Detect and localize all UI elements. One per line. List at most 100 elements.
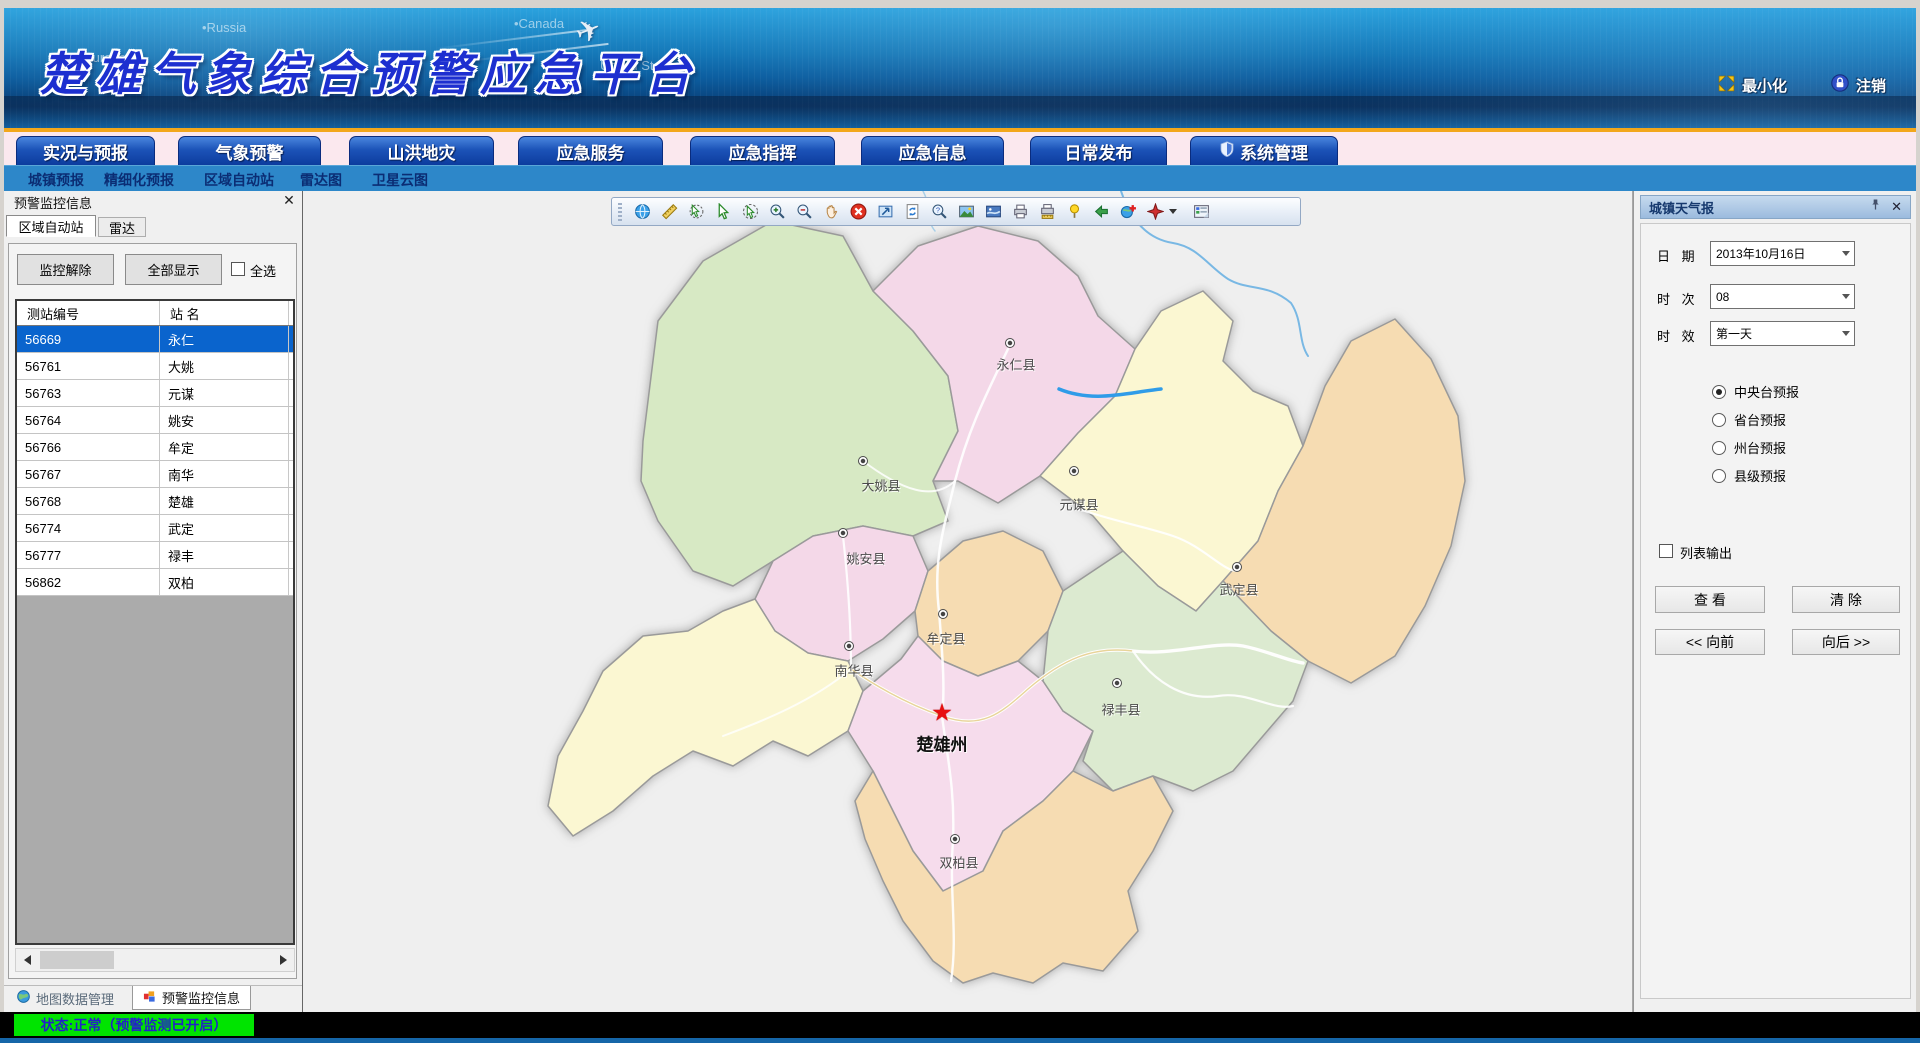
close-icon[interactable]: ✕ xyxy=(280,192,298,209)
radio-icon xyxy=(1712,441,1726,455)
select-all-label: 全选 xyxy=(250,261,276,280)
image-icon[interactable] xyxy=(957,203,975,221)
identify-icon[interactable]: ? xyxy=(930,203,948,221)
tab-system-admin[interactable]: 系统管理 xyxy=(1190,136,1338,165)
worldmap-label: •Russia xyxy=(202,20,246,35)
minimize-icon xyxy=(1718,75,1735,96)
map-export-icon[interactable] xyxy=(984,203,1002,221)
scroll-right-icon[interactable] xyxy=(274,951,292,969)
subnav-auto-station[interactable]: 区域自动站 xyxy=(204,170,274,190)
shield-icon xyxy=(1220,141,1234,162)
list-output-checkbox[interactable] xyxy=(1659,544,1673,558)
subnav-town-forecast[interactable]: 城镇预报 xyxy=(28,170,84,190)
select-arrow-icon[interactable] xyxy=(714,203,732,221)
view-button[interactable]: 查 看 xyxy=(1655,586,1765,613)
pin-bulb-icon[interactable] xyxy=(1065,203,1083,221)
table-row[interactable]: 56669永仁24小时 xyxy=(17,326,295,353)
print-icon[interactable] xyxy=(1011,203,1029,221)
monitor-content-box: 监控解除 全部显示 全选 测站编号 站 名 报警 56669永仁24小时5676… xyxy=(8,243,297,979)
radio-central-forecast[interactable]: 中央台预报 xyxy=(1712,382,1799,401)
table-row[interactable]: 56767南华24小时 xyxy=(17,461,295,488)
panel-title: 预警监控信息 xyxy=(14,193,92,212)
pan-hand-icon[interactable] xyxy=(822,203,840,221)
select-all-checkbox[interactable] xyxy=(231,262,245,276)
globe-icon[interactable] xyxy=(633,203,651,221)
prev-button[interactable]: << 向前 xyxy=(1655,629,1765,655)
full-extent-icon[interactable] xyxy=(876,203,894,221)
dropdown-caret-icon[interactable] xyxy=(1169,209,1177,214)
close-icon[interactable]: ✕ xyxy=(1891,199,1902,215)
tab-map-data-management[interactable]: 地图数据管理 xyxy=(7,986,124,1010)
tab-flood-disaster[interactable]: 山洪地灾 xyxy=(349,136,494,165)
warning-monitor-panel: 预警监控信息 ✕ 区域自动站 雷达 监控解除 全部显示 全选 测站编号 站 名 … xyxy=(4,191,302,1012)
list-output-label: 列表输出 xyxy=(1680,543,1732,562)
tab-radar[interactable]: 雷达 xyxy=(98,217,146,237)
next-button[interactable]: 向后 >> xyxy=(1792,629,1900,655)
table-row[interactable]: 56777禄丰24小时 xyxy=(17,542,295,569)
scroll-left-icon[interactable] xyxy=(18,951,36,969)
validity-select[interactable]: 第一天 xyxy=(1710,321,1855,346)
stop-icon[interactable] xyxy=(849,203,867,221)
legend-icon[interactable] xyxy=(1192,203,1210,221)
station-table[interactable]: 测站编号 站 名 报警 56669永仁24小时56761大姚24小时56763元… xyxy=(15,299,295,945)
logout-button[interactable]: 注销 xyxy=(1831,74,1886,96)
lock-icon xyxy=(1831,74,1849,96)
tab-emergency-info[interactable]: 应急信息 xyxy=(861,136,1004,165)
tab-warning-monitor-info[interactable]: 预警监控信息 xyxy=(132,986,251,1010)
toolbar-grip[interactable] xyxy=(618,203,622,221)
header-banner: •Russia Europe •Canada United States ✈ 楚… xyxy=(4,8,1916,128)
radio-province-forecast[interactable]: 省台预报 xyxy=(1712,410,1786,429)
tab-weather-warning[interactable]: 气象预警 xyxy=(178,136,321,165)
print-setup-icon[interactable] xyxy=(1038,203,1056,221)
time-label: 时 次 xyxy=(1657,289,1699,308)
status-badge: 状态:正常（预警监测已开启） xyxy=(14,1014,254,1036)
subnav-satellite-image[interactable]: 卫星云图 xyxy=(372,170,428,190)
horizontal-scrollbar[interactable] xyxy=(15,948,295,972)
select-circle-icon[interactable] xyxy=(741,203,759,221)
scrollbar-thumb[interactable] xyxy=(40,951,114,969)
time-select[interactable]: 08 xyxy=(1710,284,1855,309)
show-all-button[interactable]: 全部显示 xyxy=(125,254,222,285)
col-station-name: 站 名 xyxy=(160,301,289,326)
radio-prefecture-forecast[interactable]: 州台预报 xyxy=(1712,438,1786,457)
col-alarm: 报警 xyxy=(289,301,296,326)
tab-emergency-command[interactable]: 应急指挥 xyxy=(690,136,835,165)
select-lasso-icon[interactable] xyxy=(687,203,705,221)
minimize-button[interactable]: 最小化 xyxy=(1718,75,1787,96)
tab-daily-release[interactable]: 日常发布 xyxy=(1030,136,1167,165)
subnav-radar-image[interactable]: 雷达图 xyxy=(300,170,342,190)
table-row[interactable]: 56862双柏24小时 xyxy=(17,569,295,596)
subnav-fine-forecast[interactable]: 精细化预报 xyxy=(104,170,174,190)
tab-emergency-service[interactable]: 应急服务 xyxy=(518,136,663,165)
back-arrow-icon[interactable] xyxy=(1092,203,1110,221)
table-row[interactable]: 56761大姚24小时 xyxy=(17,353,295,380)
table-row[interactable]: 56768楚雄24小时 xyxy=(17,488,295,515)
panel-header: 城镇天气报 ✕ xyxy=(1640,195,1911,219)
table-row[interactable]: 56764姚安24小时 xyxy=(17,407,295,434)
refresh-icon[interactable] xyxy=(903,203,921,221)
compass-icon[interactable] xyxy=(1146,203,1164,221)
zoom-out-icon[interactable] xyxy=(795,203,813,221)
col-station-code: 测站编号 xyxy=(17,301,160,326)
release-monitor-button[interactable]: 监控解除 xyxy=(17,254,114,285)
radio-county-forecast[interactable]: 县级预报 xyxy=(1712,466,1786,485)
table-row[interactable]: 56766牟定24小时 xyxy=(17,434,295,461)
panel-title: 城镇天气报 xyxy=(1649,198,1870,217)
chevron-down-icon xyxy=(1838,251,1854,256)
chevron-down-icon xyxy=(1838,294,1854,299)
overlay-add-icon[interactable] xyxy=(1119,203,1137,221)
tab-live-forecast[interactable]: 实况与预报 xyxy=(16,136,155,165)
clear-button[interactable]: 清 除 xyxy=(1792,586,1900,613)
pin-icon[interactable] xyxy=(1870,198,1881,216)
dock-tab-strip: 地图数据管理 预警监控信息 xyxy=(4,985,302,1013)
tab-region-auto-station[interactable]: 区域自动站 xyxy=(6,215,96,237)
map-canvas[interactable]: ? 大姚县永仁县元谋县武定县姚安县牟定县南华县楚雄州禄丰县双柏县 ★ xyxy=(302,191,1633,1012)
globe-small-icon xyxy=(17,990,30,1006)
table-row[interactable]: 56763元谋24小时 xyxy=(17,380,295,407)
zoom-in-icon[interactable] xyxy=(768,203,786,221)
measure-icon[interactable] xyxy=(660,203,678,221)
date-label: 日 期 xyxy=(1657,246,1699,265)
table-row[interactable]: 56774武定24小时 xyxy=(17,515,295,542)
sub-navigation: 城镇预报 精细化预报 区域自动站 雷达图 卫星云图 xyxy=(4,165,1916,192)
date-select[interactable]: 2013年10月16日 xyxy=(1710,241,1855,266)
